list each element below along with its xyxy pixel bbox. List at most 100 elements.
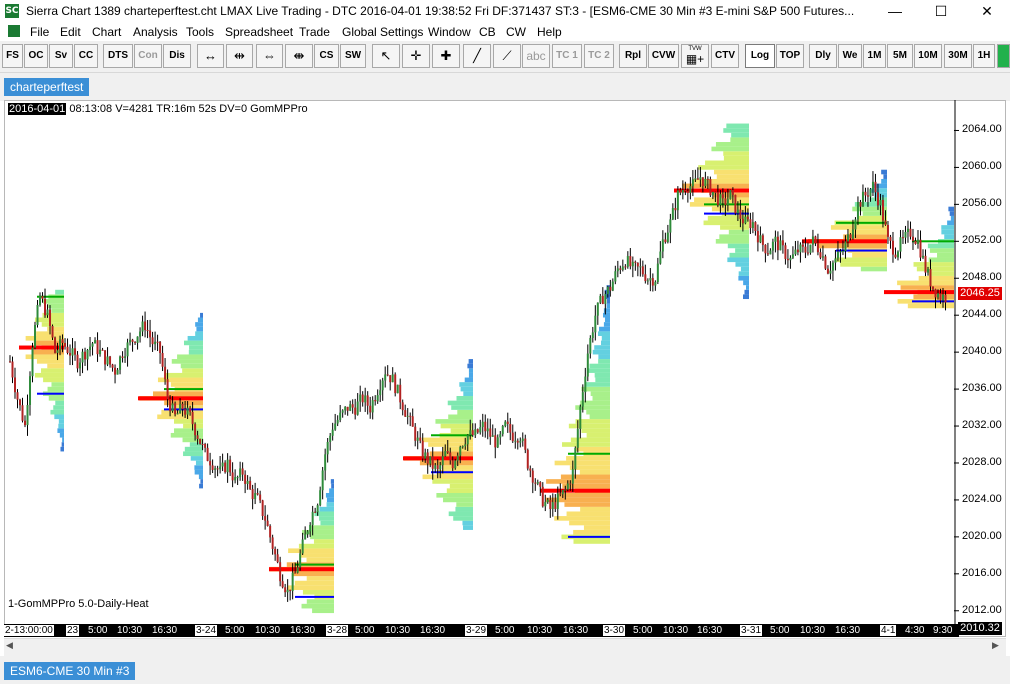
candle-body bbox=[454, 460, 457, 469]
candle-body bbox=[506, 421, 509, 425]
scroll-left-arrow-icon[interactable]: ◀ bbox=[6, 640, 13, 651]
candle-body bbox=[914, 240, 917, 244]
candle-body bbox=[849, 234, 852, 239]
candle-body bbox=[714, 191, 717, 193]
candle-body bbox=[351, 404, 354, 408]
candle-body bbox=[546, 499, 549, 502]
profile-bar bbox=[288, 548, 334, 554]
time-axis-label: 2-13:00:00 bbox=[4, 625, 54, 636]
time-axis-label: 9:30 bbox=[933, 625, 953, 636]
candle-body bbox=[129, 339, 132, 343]
candle-body bbox=[734, 194, 737, 214]
val-line bbox=[568, 535, 610, 538]
candle-body bbox=[61, 339, 64, 343]
profile-bar bbox=[941, 225, 954, 230]
candle-body bbox=[186, 407, 189, 415]
profile-bar bbox=[436, 493, 473, 498]
candle-body bbox=[789, 257, 792, 261]
candle-body bbox=[539, 482, 542, 487]
candle-body bbox=[861, 191, 864, 207]
profile-bar bbox=[744, 289, 749, 295]
candle-body bbox=[264, 516, 267, 521]
candle-body bbox=[384, 374, 387, 381]
scroll-right-arrow-icon[interactable]: ▶ bbox=[992, 640, 999, 651]
profile-bar bbox=[554, 460, 610, 466]
candle-body bbox=[894, 254, 897, 258]
profile-bar bbox=[54, 414, 64, 420]
val-line bbox=[912, 300, 954, 303]
candle-body bbox=[694, 178, 697, 180]
candle-body bbox=[806, 252, 809, 254]
profile-bar bbox=[446, 488, 473, 493]
profile-bar bbox=[428, 442, 473, 447]
profile-bar bbox=[698, 165, 749, 170]
profile-bar bbox=[463, 391, 473, 397]
candle-body bbox=[399, 384, 402, 403]
candle-body bbox=[119, 356, 122, 370]
candle-body bbox=[799, 244, 802, 253]
candle-body bbox=[764, 244, 767, 254]
profile-bar bbox=[723, 128, 749, 133]
candle-body bbox=[866, 195, 869, 197]
candle-body bbox=[354, 407, 357, 415]
candle-body bbox=[66, 346, 69, 353]
profile-bar bbox=[586, 409, 610, 415]
time-axis-label: 3-28 bbox=[326, 625, 349, 636]
profile-bar bbox=[177, 354, 203, 360]
candle-body bbox=[929, 269, 932, 287]
profile-bar bbox=[569, 520, 610, 526]
candle-body bbox=[11, 361, 14, 378]
candle-body bbox=[876, 192, 879, 206]
profile-bar bbox=[326, 502, 334, 507]
time-axis-label: 5:00 bbox=[770, 625, 790, 636]
candle-body bbox=[401, 402, 404, 411]
profile-bar bbox=[448, 414, 473, 420]
profile-bar bbox=[457, 409, 473, 415]
profile-bar bbox=[313, 539, 334, 544]
profile-bar bbox=[422, 474, 473, 480]
profile-bar bbox=[580, 400, 610, 406]
candle-body bbox=[831, 262, 834, 271]
horizontal-scrollbar[interactable] bbox=[4, 638, 1006, 656]
candle-body bbox=[649, 278, 652, 281]
profile-bar bbox=[453, 516, 473, 521]
candle-body bbox=[616, 268, 619, 272]
candle-body bbox=[826, 268, 829, 274]
candle-body bbox=[569, 483, 572, 485]
candle-body bbox=[661, 239, 664, 252]
candle-body bbox=[721, 194, 724, 199]
candle-body bbox=[151, 337, 154, 345]
profile-bar bbox=[165, 372, 203, 378]
candle-body bbox=[459, 446, 462, 456]
candle-body bbox=[476, 429, 479, 433]
candle-body bbox=[686, 191, 689, 194]
profile-bar bbox=[941, 229, 954, 235]
profile-bar bbox=[566, 511, 610, 517]
axis-end-value: 2010.32 bbox=[958, 622, 1002, 635]
candle-body bbox=[504, 421, 507, 427]
profile-bar bbox=[592, 349, 610, 355]
candle-body bbox=[791, 254, 794, 258]
time-axis-label: 16:30 bbox=[420, 625, 446, 636]
time-axis-label: 3-24 bbox=[195, 625, 218, 636]
candle-body bbox=[836, 251, 839, 259]
profile-bar bbox=[937, 252, 954, 258]
candle-body bbox=[784, 245, 787, 259]
candlesticks bbox=[9, 166, 947, 602]
time-axis-label: 3-31 bbox=[740, 625, 763, 636]
candle-body bbox=[14, 377, 17, 393]
candle-body bbox=[39, 296, 42, 305]
time-axis-label: 16:30 bbox=[152, 625, 178, 636]
candle-body bbox=[944, 294, 947, 303]
profile-bar bbox=[848, 229, 887, 235]
candle-body bbox=[509, 424, 512, 433]
candle-body bbox=[644, 274, 647, 282]
profile-bar bbox=[918, 275, 954, 281]
study-label: 1-GomMPPro 5.0-Daily-Heat bbox=[8, 598, 149, 610]
profile-bar bbox=[195, 460, 203, 466]
candle-body bbox=[869, 189, 872, 197]
candle-body bbox=[626, 256, 629, 267]
tab-chart-esm6[interactable]: ESM6-CME 30 Min #3 bbox=[4, 662, 136, 680]
candle-body bbox=[96, 340, 99, 355]
candle-body bbox=[494, 435, 497, 448]
